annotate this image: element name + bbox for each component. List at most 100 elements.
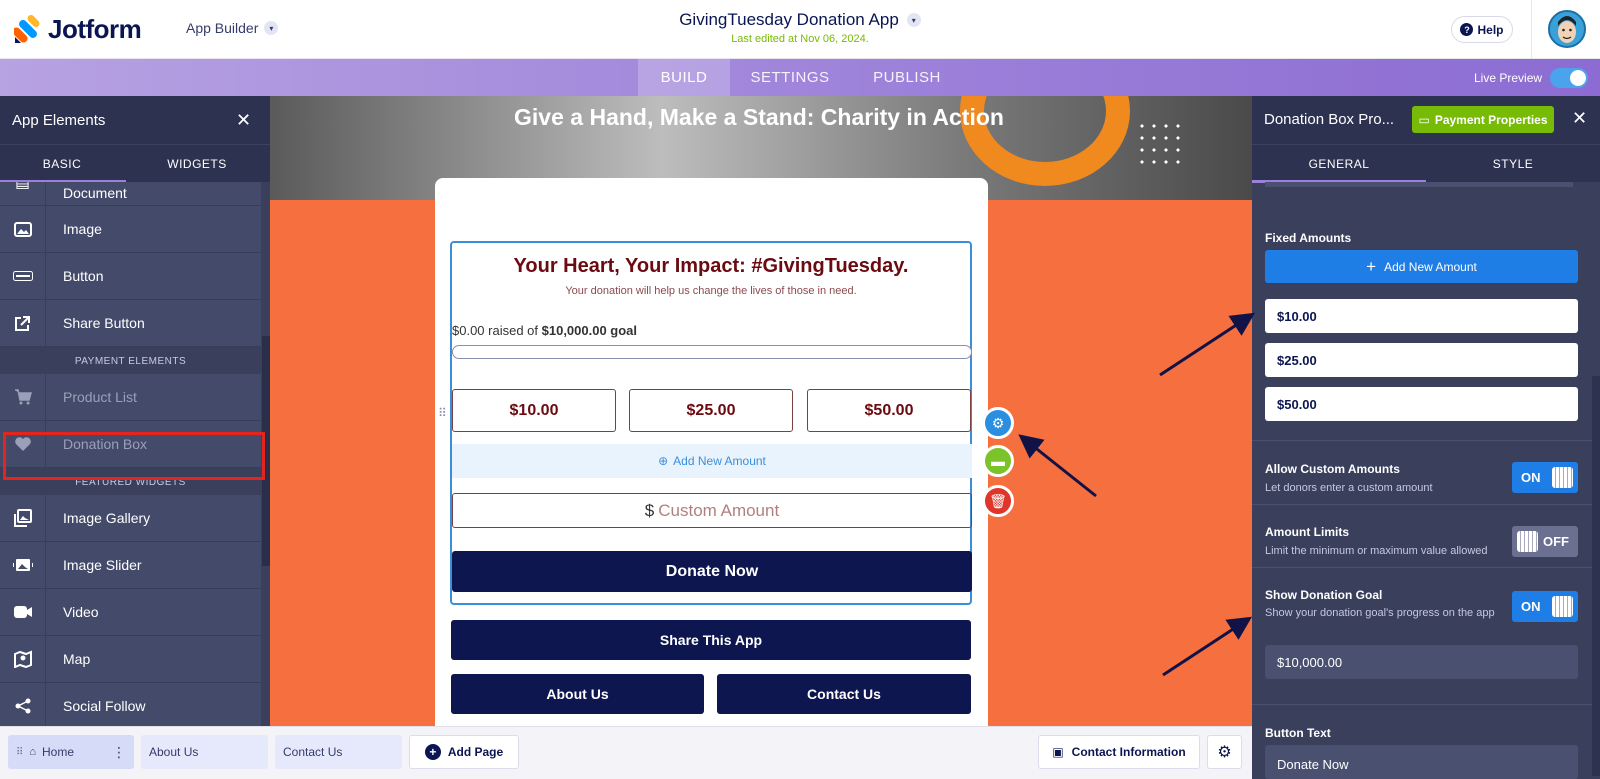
properties-body: Fixed Amounts + Add New Amount $10.00 $2…: [1252, 182, 1600, 779]
show-donation-goal-toggle[interactable]: ON: [1512, 591, 1578, 622]
plus-icon: +: [1366, 256, 1377, 276]
tab-widgets[interactable]: WIDGETS: [135, 145, 259, 183]
fixed-amount-input[interactable]: $25.00: [1265, 343, 1578, 377]
element-item-button[interactable]: Button: [0, 252, 261, 300]
contact-card-icon: ▣: [1052, 745, 1064, 759]
contact-us-button[interactable]: Contact Us: [717, 674, 971, 714]
element-label: Document: [63, 185, 127, 201]
element-settings-button[interactable]: ⚙: [982, 407, 1014, 439]
page-label: Contact Us: [283, 745, 343, 759]
show-donation-goal-desc: Show your donation goal's progress on th…: [1265, 607, 1495, 619]
amount-limits-desc: Limit the minimum or maximum value allow…: [1265, 545, 1488, 557]
live-preview-toggle[interactable]: [1550, 68, 1589, 88]
element-item-image[interactable]: Image: [0, 205, 261, 253]
element-item-map[interactable]: Map: [0, 635, 261, 683]
add-new-amount-label: Add New Amount: [673, 454, 766, 468]
drag-handle-icon[interactable]: ⠿: [438, 406, 447, 420]
donation-box-widget[interactable]: Your Heart, Your Impact: #GivingTuesday.…: [450, 241, 972, 605]
toggle-knob: [1517, 531, 1538, 552]
button-text-input[interactable]: Donate Now: [1265, 745, 1578, 779]
add-new-amount-button[interactable]: + Add New Amount: [1265, 250, 1578, 283]
element-item-share-button[interactable]: Share Button: [0, 299, 261, 347]
custom-amount-input[interactable]: $ Custom Amount: [452, 493, 972, 528]
element-item-image-gallery[interactable]: Image Gallery: [0, 494, 261, 542]
element-item-image-slider[interactable]: Image Slider: [0, 541, 261, 589]
element-item-social-follow[interactable]: Social Follow: [0, 682, 261, 726]
more-options-icon[interactable]: ⋮: [112, 744, 126, 761]
allow-custom-amounts-label: Allow Custom Amounts: [1265, 462, 1400, 476]
gear-icon: ⚙: [991, 414, 1005, 431]
chevron-down-icon: ▾: [906, 13, 921, 27]
app-builder-dropdown[interactable]: App Builder ▾: [186, 20, 279, 36]
amount-option-25[interactable]: $25.00: [629, 389, 793, 432]
amount-option-50[interactable]: $50.00: [807, 389, 971, 432]
donate-now-button[interactable]: Donate Now: [452, 551, 972, 592]
element-item-document[interactable]: ▤ Document: [0, 182, 261, 206]
page-tab-home[interactable]: ⠿ ⌂ Home ⋮: [8, 735, 134, 769]
app-elements-header: App Elements: [0, 96, 270, 144]
trash-icon: 🗑: [989, 492, 1007, 509]
share-app-button[interactable]: Share This App: [451, 620, 971, 660]
fixed-amounts-label: Fixed Amounts: [1265, 231, 1352, 245]
add-page-label: Add Page: [447, 745, 504, 759]
app-elements-title: App Elements: [12, 111, 106, 129]
credit-card-icon: ▭: [1418, 112, 1430, 127]
close-icon[interactable]: ✕: [1572, 108, 1587, 129]
app-settings-button[interactable]: ⚙: [1207, 735, 1242, 769]
tab-basic[interactable]: BASIC: [0, 145, 124, 183]
element-label: Map: [63, 651, 91, 667]
toggle-state: OFF: [1543, 534, 1569, 549]
raised-amount: $0.00 raised of: [452, 323, 542, 338]
element-item-product-list[interactable]: Product List: [0, 373, 261, 421]
element-style-button[interactable]: ▬: [982, 445, 1014, 477]
right-panel-scrollbar[interactable]: [1592, 376, 1600, 776]
donation-box-highlight: [3, 432, 265, 480]
payment-properties-button[interactable]: ▭ Payment Properties: [1412, 106, 1554, 133]
currency-symbol: $: [644, 500, 655, 520]
help-label: Help: [1477, 22, 1504, 37]
app-title: GivingTuesday Donation App: [679, 10, 899, 29]
app-title-dropdown[interactable]: GivingTuesday Donation App ▾: [679, 10, 921, 30]
social-icon: [0, 682, 46, 726]
last-edited-text: Last edited at Nov 06, 2024.: [731, 33, 869, 45]
page-tab-about-us[interactable]: About Us: [141, 735, 268, 769]
tab-publish[interactable]: PUBLISH: [864, 59, 950, 96]
element-label: Image Slider: [63, 557, 142, 573]
pages-bar: ⠿ ⌂ Home ⋮ About Us Contact Us + Add Pag…: [0, 726, 1252, 779]
logo-text: Jotform: [48, 13, 142, 44]
amount-limits-toggle[interactable]: OFF: [1512, 526, 1578, 557]
fixed-amount-input[interactable]: $10.00: [1265, 299, 1578, 333]
help-button[interactable]: ? Help: [1451, 16, 1513, 43]
page-label: Home: [41, 745, 74, 759]
about-us-button[interactable]: About Us: [451, 674, 704, 714]
toggle-knob: [1552, 596, 1573, 617]
allow-custom-amounts-toggle[interactable]: ON: [1512, 462, 1578, 493]
jotform-logo-icon: [14, 15, 40, 43]
drag-handle-icon[interactable]: ⠿: [16, 747, 23, 758]
custom-amount-placeholder: Custom Amount: [658, 500, 780, 520]
element-delete-button[interactable]: 🗑: [982, 485, 1014, 517]
add-new-amount-link[interactable]: ⊕ Add New Amount: [452, 444, 972, 478]
tab-build[interactable]: BUILD: [638, 59, 730, 96]
jotform-logo[interactable]: Jotform: [14, 12, 142, 46]
element-label: Share Button: [63, 315, 145, 331]
tab-style[interactable]: STYLE: [1426, 145, 1600, 183]
donation-heading: Your Heart, Your Impact: #GivingTuesday.: [513, 255, 909, 277]
app-elements-panel: App Elements ✕ BASIC WIDGETS ▤ Document …: [0, 96, 270, 726]
donation-goal-input[interactable]: $10,000.00: [1265, 645, 1578, 679]
user-avatar[interactable]: [1548, 10, 1586, 48]
contact-information-button[interactable]: ▣ Contact Information: [1038, 735, 1200, 769]
banner-title: Give a Hand, Make a Stand: Charity in Ac…: [514, 104, 1004, 130]
plus-circle-icon: ⊕: [658, 454, 669, 468]
add-page-button[interactable]: + Add Page: [409, 735, 519, 769]
close-icon[interactable]: ✕: [236, 110, 251, 131]
element-item-video[interactable]: Video: [0, 588, 261, 636]
properties-tabs: GENERAL STYLE: [1252, 144, 1600, 183]
fixed-amount-input[interactable]: $50.00: [1265, 387, 1578, 421]
tab-settings[interactable]: SETTINGS: [742, 59, 838, 96]
tab-general[interactable]: GENERAL: [1252, 145, 1426, 183]
button-text-label: Button Text: [1265, 726, 1331, 740]
amount-option-10[interactable]: $10.00: [452, 389, 616, 432]
page-tab-contact-us[interactable]: Contact Us: [275, 735, 402, 769]
map-icon: [0, 635, 46, 683]
